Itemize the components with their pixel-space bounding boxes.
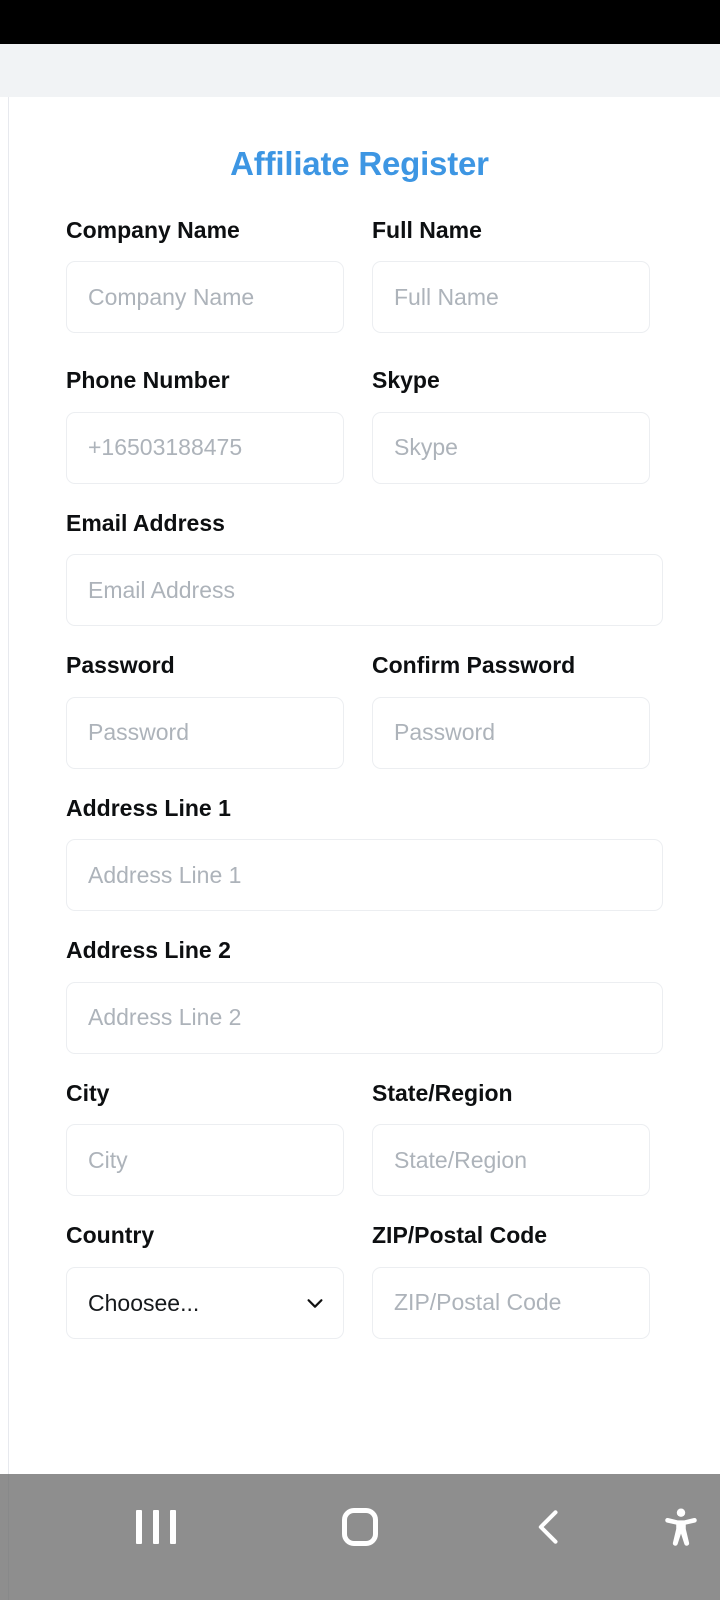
field-password: Password [66,652,344,769]
city-input[interactable] [66,1124,344,1197]
address-line-2-input[interactable] [66,981,663,1054]
address-line-1-input[interactable] [66,839,663,912]
full-name-input[interactable] [372,261,650,334]
confirm-password-input[interactable] [372,696,650,769]
field-email-address: Email Address [66,509,663,627]
field-country: Country Choosee... [66,1222,344,1339]
status-bar [0,0,720,44]
accessibility-icon [659,1504,703,1550]
company-name-input[interactable] [66,261,344,334]
state-region-input[interactable] [372,1124,650,1197]
field-company-name: Company Name [66,217,344,334]
system-navigation-bar [0,1474,720,1600]
form-row-phone-skype: Phone Number Skype [66,367,663,484]
field-address-line-2: Address Line 2 [66,937,663,1054]
zip-postal-code-input[interactable] [372,1266,650,1339]
label-zip-postal-code: ZIP/Postal Code [372,1222,548,1249]
field-skype: Skype [372,367,650,484]
label-company-name: Company Name [66,217,240,243]
label-email-address: Email Address [66,509,225,536]
field-city: City [66,1079,344,1197]
field-state-region: State/Region [372,1079,650,1197]
page-title: Affiliate Register [230,145,489,182]
recent-apps-button[interactable] [118,1496,194,1558]
accessibility-button[interactable] [650,1494,712,1560]
field-confirm-password: Confirm Password [372,652,650,769]
home-icon [342,1508,378,1546]
country-select[interactable]: Choosee... [66,1266,344,1339]
form-row-address-1: Address Line 1 [66,794,663,912]
label-address-line-2: Address Line 2 [66,937,231,964]
field-zip-postal-code: ZIP/Postal Code [372,1222,650,1339]
label-full-name: Full Name [372,217,482,243]
password-input[interactable] [66,696,344,769]
label-confirm-password: Confirm Password [372,652,576,679]
form-row-address-2: Address Line 2 [66,937,663,1054]
label-address-line-1: Address Line 1 [66,794,231,821]
recent-apps-icon [136,1510,176,1544]
form-row-country-zip: Country Choosee... ZIP/Postal Code [66,1222,663,1339]
label-password: Password [66,652,175,679]
form-row-email: Email Address [66,509,663,627]
label-city: City [66,1079,110,1106]
label-country: Country [66,1222,155,1249]
home-button[interactable] [322,1496,398,1558]
page-background-band [0,44,720,97]
label-state-region: State/Region [372,1079,513,1106]
label-phone-number: Phone Number [66,367,230,394]
email-address-input[interactable] [66,554,663,627]
field-phone-number: Phone Number [66,367,344,484]
field-address-line-1: Address Line 1 [66,794,663,912]
field-full-name: Full Name [372,217,650,334]
phone-number-input[interactable] [66,411,344,484]
registration-card: Affiliate Register Company Name Full Nam… [8,97,720,1600]
form-row-city-state: City State/Region [66,1079,663,1197]
skype-input[interactable] [372,411,650,484]
form-row-company-fullname: Company Name Full Name [66,217,663,334]
back-button[interactable] [512,1496,588,1558]
form-row-passwords: Password Confirm Password [66,652,663,769]
label-skype: Skype [372,367,440,394]
back-chevron-icon [528,1505,572,1549]
